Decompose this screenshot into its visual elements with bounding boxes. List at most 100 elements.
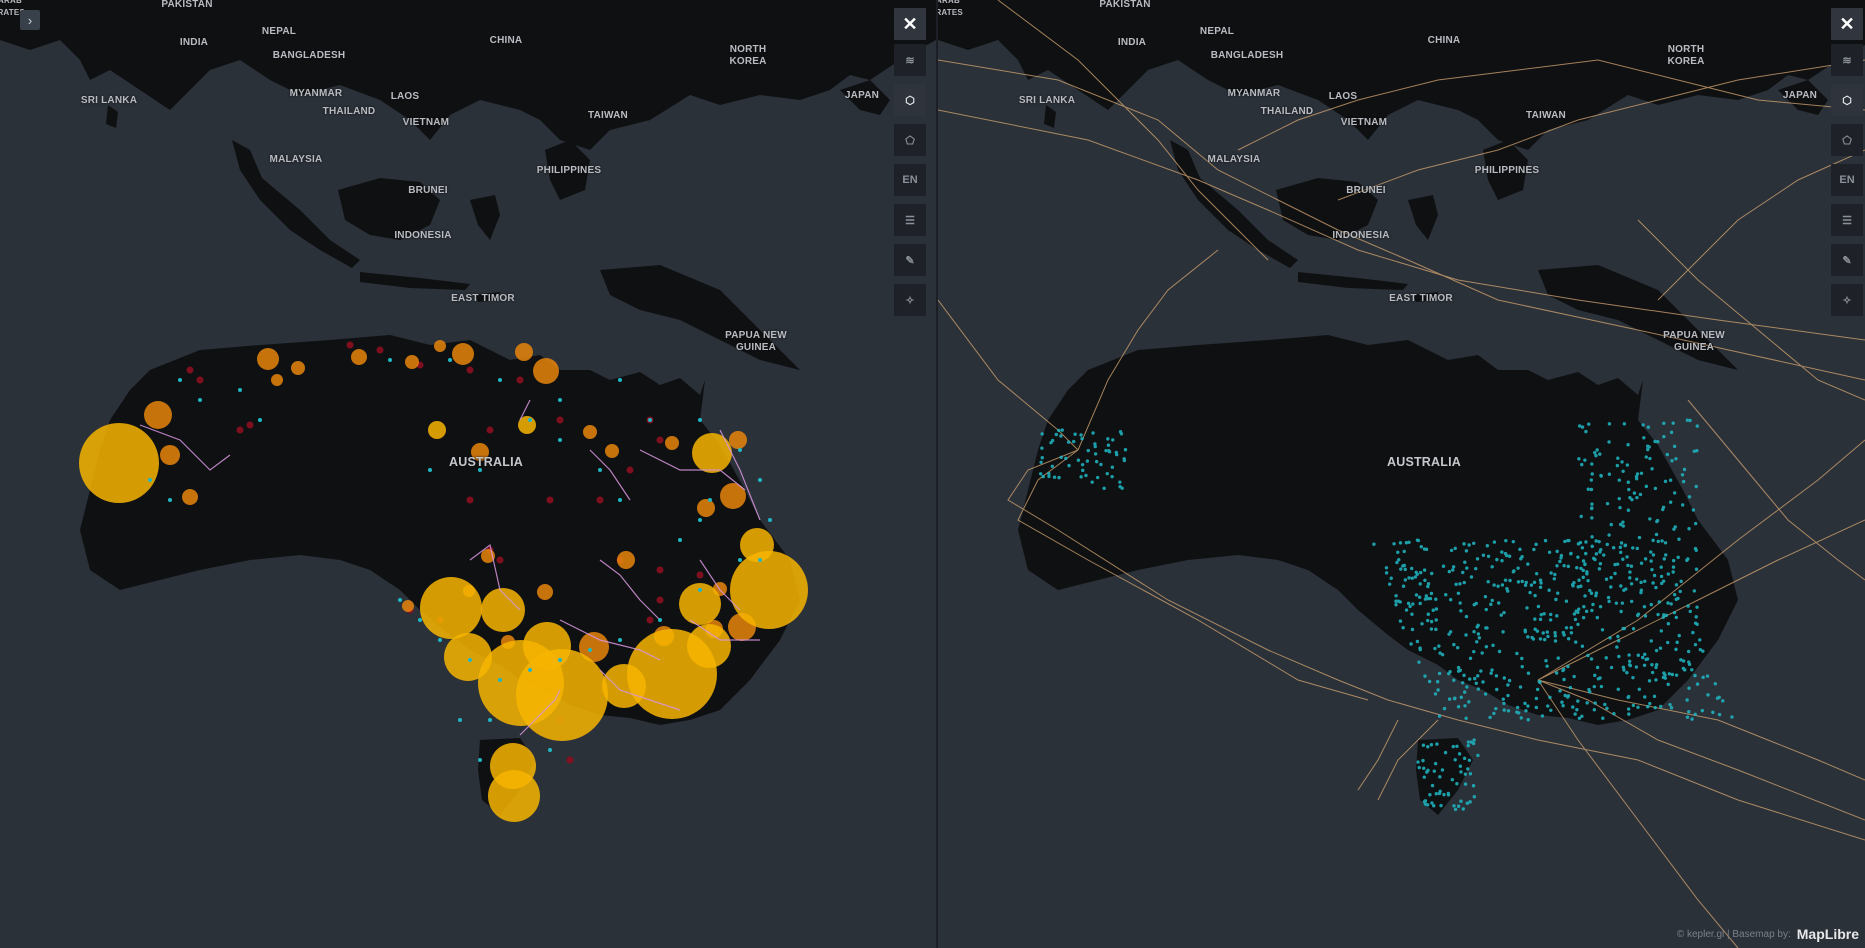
data-point	[1441, 564, 1446, 568]
data-point	[1463, 560, 1467, 564]
data-point	[1646, 425, 1651, 429]
country-label-japan: JAPAN	[844, 90, 880, 101]
data-point	[1687, 495, 1692, 499]
data-point	[1111, 438, 1115, 442]
data-point	[1691, 508, 1696, 512]
data-point	[1499, 613, 1503, 617]
data-point	[1461, 807, 1465, 811]
ai-assistant-button[interactable]: ✧	[1831, 284, 1863, 316]
data-point	[1406, 601, 1411, 606]
bubble-orange	[160, 445, 180, 465]
data-point	[1500, 558, 1504, 563]
language-button[interactable]: EN	[1831, 164, 1863, 196]
cube-3d-button[interactable]: ⬡	[894, 84, 926, 116]
data-point	[1640, 655, 1645, 660]
data-point	[1595, 615, 1600, 620]
data-point	[1422, 775, 1426, 779]
data-point	[1623, 543, 1627, 548]
data-point	[1685, 698, 1689, 702]
data-point	[1651, 581, 1655, 585]
data-point	[1102, 486, 1106, 491]
data-point	[1453, 546, 1457, 551]
legend-button[interactable]: ☰	[1831, 204, 1863, 236]
data-point	[1671, 565, 1676, 569]
data-point	[1627, 663, 1632, 667]
data-point	[1564, 599, 1569, 603]
data-point	[1417, 595, 1422, 599]
data-point	[1615, 463, 1620, 468]
layers-button[interactable]: ≋	[894, 44, 926, 76]
data-point	[1384, 566, 1389, 570]
data-point	[1484, 644, 1489, 649]
draw-polygon-button[interactable]: ⬠	[1831, 124, 1863, 156]
data-point	[1674, 583, 1679, 587]
language-button[interactable]: EN	[894, 164, 926, 196]
data-point	[1575, 566, 1579, 570]
layers-button[interactable]: ≋	[1831, 44, 1863, 76]
data-point	[648, 418, 652, 422]
data-point	[1568, 685, 1573, 690]
data-point	[1644, 484, 1649, 489]
bubble-orange	[291, 361, 305, 375]
data-point	[1508, 578, 1512, 583]
cube-3d-button[interactable]: ⬡	[1831, 84, 1863, 116]
data-point	[1416, 760, 1420, 764]
data-point	[1626, 563, 1630, 568]
legend-button[interactable]: ☰	[894, 204, 926, 236]
data-point	[528, 418, 532, 422]
sidebar-toggle-button[interactable]: ›	[20, 10, 40, 30]
country-label-nepal: NEPAL	[1199, 26, 1235, 37]
data-point	[1081, 468, 1085, 473]
close-button[interactable]: ✕	[894, 8, 926, 40]
bubble-orange	[729, 431, 747, 449]
data-point	[1654, 678, 1658, 682]
data-point	[1622, 668, 1626, 672]
left-map-canvas[interactable]	[0, 0, 936, 948]
data-point	[1453, 758, 1457, 762]
data-point	[1484, 626, 1488, 630]
data-point	[1662, 421, 1666, 425]
data-point	[1590, 608, 1594, 613]
data-point	[1573, 617, 1578, 622]
draw-polygon-button[interactable]: ⬠	[894, 124, 926, 156]
data-point	[1401, 584, 1406, 588]
data-point-red	[656, 566, 664, 574]
data-point	[1576, 585, 1580, 589]
data-point	[1520, 664, 1524, 669]
data-point	[1384, 571, 1389, 575]
data-point	[1041, 474, 1045, 479]
bubble-orange	[665, 436, 679, 450]
ai-assistant-button[interactable]: ✧	[894, 284, 926, 316]
data-point	[1690, 717, 1694, 721]
data-point-red	[516, 376, 524, 384]
ruler-button[interactable]: ✎	[894, 244, 926, 276]
data-point	[1395, 560, 1399, 565]
data-point	[1502, 701, 1506, 706]
data-point	[618, 498, 622, 502]
data-point	[1515, 651, 1519, 656]
data-point	[1463, 782, 1468, 786]
data-point	[428, 468, 432, 472]
data-point-red	[596, 496, 604, 504]
right-map-view[interactable]: PAKISTAN NEPAL CHINA INDIA BANGLADESH NORTH K…	[938, 0, 1865, 948]
data-point	[1584, 609, 1589, 614]
data-point	[1609, 522, 1613, 527]
data-point	[1669, 430, 1674, 435]
data-point	[1447, 632, 1451, 636]
data-point	[1700, 708, 1705, 713]
data-point	[1494, 706, 1498, 711]
data-point	[1635, 495, 1639, 500]
data-point	[1394, 594, 1398, 598]
data-point	[1668, 702, 1672, 707]
data-point	[1114, 450, 1119, 455]
data-point	[1655, 518, 1660, 523]
ruler-button[interactable]: ✎	[1831, 244, 1863, 276]
left-map-view[interactable]: PAKISTAN NEPAL CHINA INDIA BANGLADESH NORTH K…	[0, 0, 936, 948]
data-point	[1690, 668, 1694, 672]
right-map-canvas[interactable]	[938, 0, 1865, 948]
close-button[interactable]: ✕	[1831, 8, 1863, 40]
data-point	[1620, 601, 1625, 605]
data-point	[1693, 673, 1697, 678]
maplibre-logo[interactable]: MapLibre	[1797, 926, 1859, 942]
country-label-brunei: BRUNEI	[1346, 185, 1386, 196]
